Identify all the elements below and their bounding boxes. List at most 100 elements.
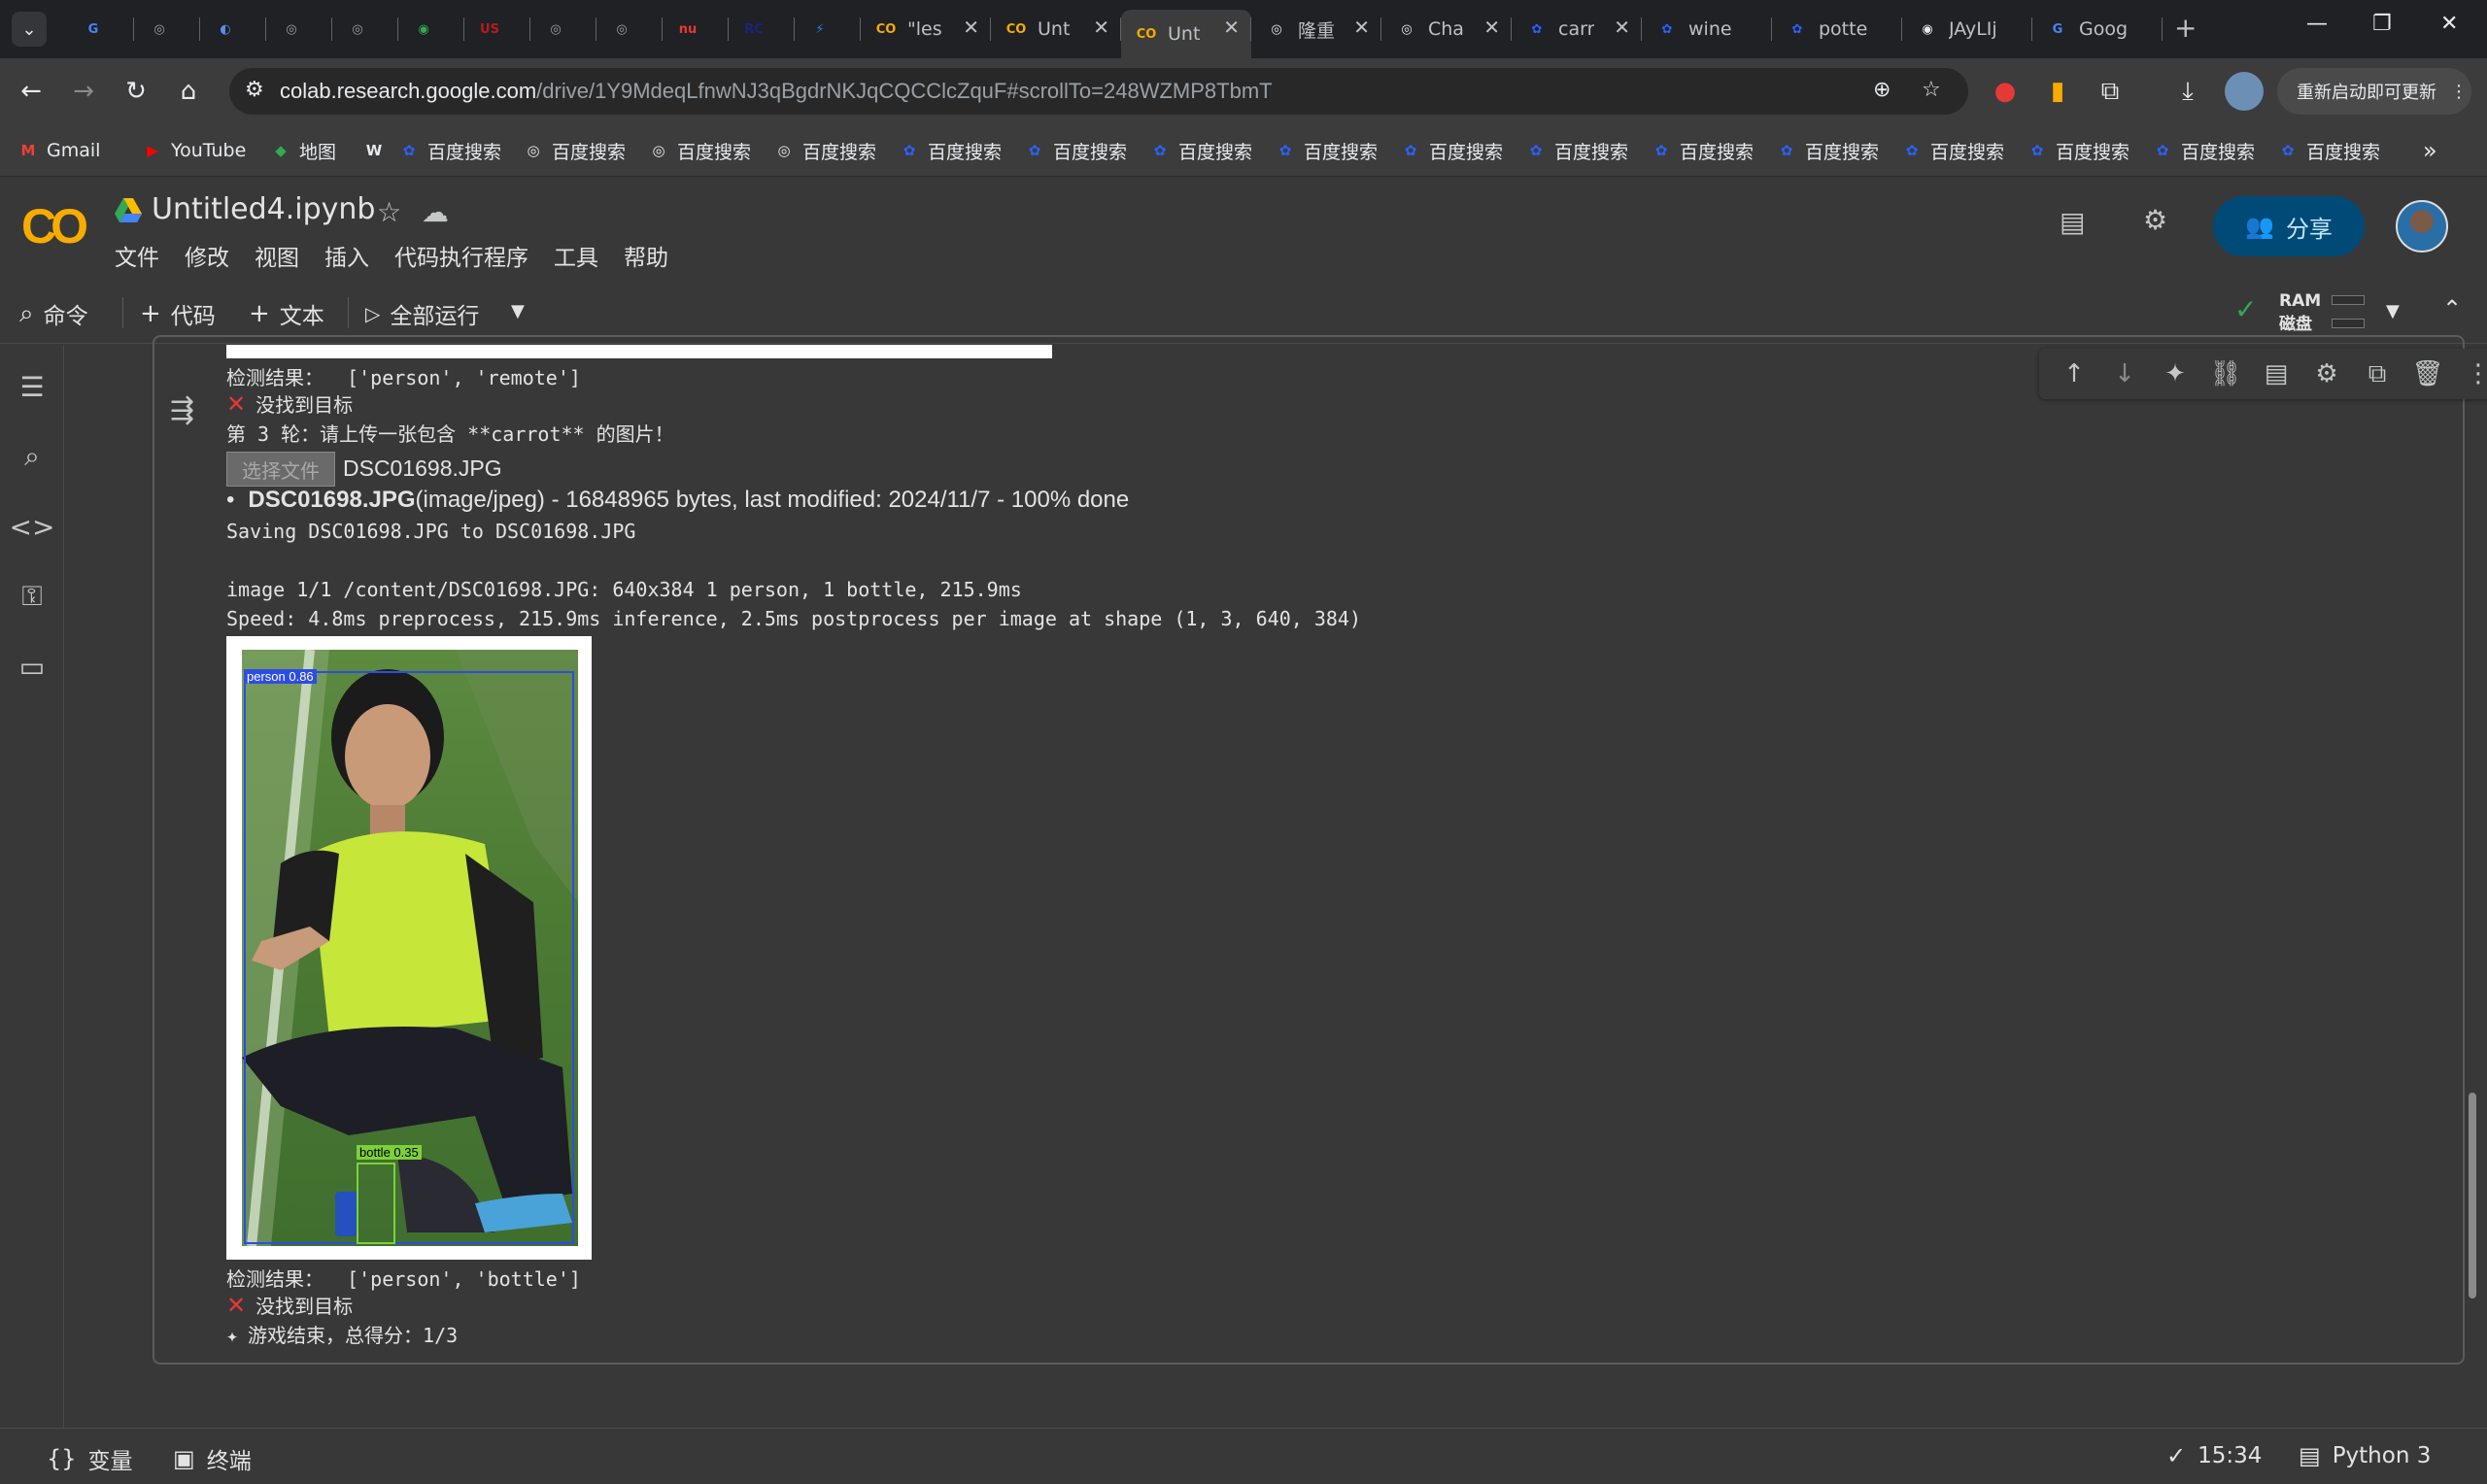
notebook-title[interactable]: Untitled4.ipynb [152,192,375,226]
scrollbar-thumb[interactable] [2469,1093,2476,1298]
move-cell-down-icon[interactable]: ↓ [2099,359,2150,388]
tab-search-chevron-icon[interactable]: ⌄ [12,12,47,47]
minimize-button[interactable]: — [2306,12,2328,36]
bookmark-item[interactable]: ▶ YouTube [142,136,246,165]
browser-tab[interactable]: ◎ Cha ✕ [1381,10,1512,49]
runtime-dropdown-icon[interactable]: ▼ [2386,301,2400,321]
close-window-button[interactable]: ✕ [2440,12,2458,36]
profile-avatar[interactable] [2225,72,2264,111]
bookmark-item[interactable]: ✿ 百度搜索 [2027,136,2129,165]
code-snippets-icon[interactable]: <> [10,508,55,545]
add-code-cell-button[interactable]: + 代码 [140,297,216,330]
bookmark-item[interactable]: ✿ 百度搜索 [398,136,501,165]
menu-item[interactable]: 工具 [554,239,598,272]
site-info-icon[interactable]: ⚙ [245,78,264,102]
bookmark-item[interactable]: W [363,136,392,165]
menu-item[interactable]: 代码执行程序 [394,239,528,272]
relaunch-update-button[interactable]: 重新启动即可更新 ⋮ [2277,68,2471,115]
run-all-dropdown-icon[interactable]: ▼ [511,301,525,321]
account-avatar[interactable] [2396,200,2448,253]
browser-tab[interactable]: RC [729,10,795,49]
browser-tab[interactable]: ◎ [596,10,663,49]
bookmark-item[interactable]: ✿ 百度搜索 [1651,136,1754,165]
settings-gear-icon[interactable]: ⚙ [2143,204,2167,236]
forward-icon[interactable]: → [66,74,101,109]
find-replace-icon[interactable]: ⌕ [14,438,51,475]
choose-file-button[interactable]: 选择文件 [226,452,335,487]
terminal-button[interactable]: ▣ 终端 [173,1442,252,1475]
close-tab-icon[interactable]: ✕ [963,16,979,39]
bookmark-item[interactable]: ✿ 百度搜索 [899,136,1002,165]
browser-tab[interactable]: ◐ [200,10,266,49]
browser-tab[interactable]: ◎ [134,10,200,49]
table-of-contents-icon[interactable]: ☰ [14,368,51,405]
files-folder-icon[interactable]: ▭ [14,648,51,685]
browser-tab[interactable]: ◎ [266,10,332,49]
browser-tab[interactable]: ✿ potted [1772,10,1902,49]
close-tab-icon[interactable]: ✕ [1093,16,1109,39]
menu-item[interactable]: 视图 [255,239,299,272]
browser-tab[interactable]: CO Unt ✕ [991,10,1121,49]
comments-icon[interactable]: ▤ [2060,206,2085,238]
bookmark-item[interactable]: ◆ 地图 [270,136,336,165]
browser-tab[interactable]: ✿ wine gl [1642,10,1772,49]
browser-tab[interactable]: nu [663,10,729,49]
colab-logo[interactable]: CO [21,198,88,254]
restore-button[interactable]: ❐ [2372,12,2392,36]
bookmark-item[interactable]: ✿ 百度搜索 [1400,136,1503,165]
gemini-sparkle-icon[interactable]: ✦ [2150,359,2200,388]
close-tab-icon[interactable]: ✕ [1614,16,1630,39]
bookmark-item[interactable]: ◎ 百度搜索 [773,136,876,165]
browser-tab[interactable]: G Google [2032,10,2163,49]
resource-monitor[interactable]: RAM 磁盘 [2279,289,2321,336]
extension-note-icon[interactable]: ▮ [2040,74,2075,109]
browser-tab[interactable]: ◉ [398,10,464,49]
browser-tab[interactable]: ◎ [332,10,398,49]
close-tab-icon[interactable]: ✕ [1353,16,1370,39]
execution-status[interactable]: ✓ 15:34 [2166,1442,2262,1469]
bookmark-item[interactable]: ◎ 百度搜索 [648,136,751,165]
run-all-button[interactable]: ▷ 全部运行 [365,297,479,330]
extensions-puzzle-icon[interactable]: ⧉ [2093,74,2128,109]
runtime-type[interactable]: ▤ Python 3 [2299,1442,2431,1469]
close-tab-icon[interactable]: ✕ [1483,16,1500,39]
bookmark-item[interactable]: ✿ 百度搜索 [1525,136,1628,165]
extension-pin-icon[interactable]: ● [1988,74,2023,109]
bookmark-item[interactable]: ✿ 百度搜索 [1275,136,1378,165]
output-actions-icon[interactable]: ⇶ [170,393,194,427]
browser-tab[interactable]: US [464,10,530,49]
variables-button[interactable]: {} 变量 [47,1442,133,1475]
menu-item[interactable]: 修改 [185,239,229,272]
bookmark-item[interactable]: ✿ 百度搜索 [1149,136,1252,165]
bookmark-item[interactable]: ✿ 百度搜索 [1901,136,2004,165]
browser-tab[interactable]: ◉ JAyLIjX [1902,10,2032,49]
browser-tab[interactable]: ⚡ [795,10,861,49]
move-cell-up-icon[interactable]: ↑ [2049,359,2099,388]
download-icon[interactable]: ⤓ [2170,74,2205,109]
close-tab-icon[interactable]: ✕ [1223,16,1240,39]
star-icon[interactable]: ☆ [377,196,401,228]
back-icon[interactable]: ← [14,74,49,109]
bookmark-item[interactable]: ✿ 百度搜索 [1024,136,1127,165]
comment-icon[interactable]: ▤ [2251,359,2301,388]
collapse-header-icon[interactable]: ⌃ [2442,295,2462,322]
browser-tab[interactable]: ◎ [530,10,596,49]
secrets-key-icon[interactable]: ⚿ [14,578,51,615]
more-vert-icon[interactable]: ⋮ [2450,82,2468,102]
cell-settings-icon[interactable]: ⚙ [2301,359,2352,388]
mirror-cell-icon[interactable]: ⧉ [2352,359,2402,389]
command-palette-button[interactable]: ⌕ 命令 [19,297,88,330]
new-tab-button[interactable]: + [2174,12,2197,44]
bookmark-item[interactable]: ✿ 百度搜索 [2152,136,2255,165]
home-icon[interactable]: ⌂ [171,74,206,109]
bookmark-star-icon[interactable]: ☆ [1922,78,1941,102]
menu-item[interactable]: 帮助 [624,239,668,272]
zoom-icon[interactable]: ⊕ [1873,78,1891,102]
add-text-cell-button[interactable]: + 文本 [249,297,324,330]
bookmark-item[interactable]: ◎ 百度搜索 [523,136,626,165]
more-bookmarks-icon[interactable]: » [2423,136,2437,165]
link-icon[interactable]: ⛓ [2200,359,2251,388]
address-bar[interactable]: ⚙ colab.research.google.com/drive/1Y9Mde… [229,68,1968,115]
delete-cell-icon[interactable]: 🗑 [2402,359,2453,388]
bookmark-item[interactable]: ✿ 百度搜索 [2277,136,2380,165]
